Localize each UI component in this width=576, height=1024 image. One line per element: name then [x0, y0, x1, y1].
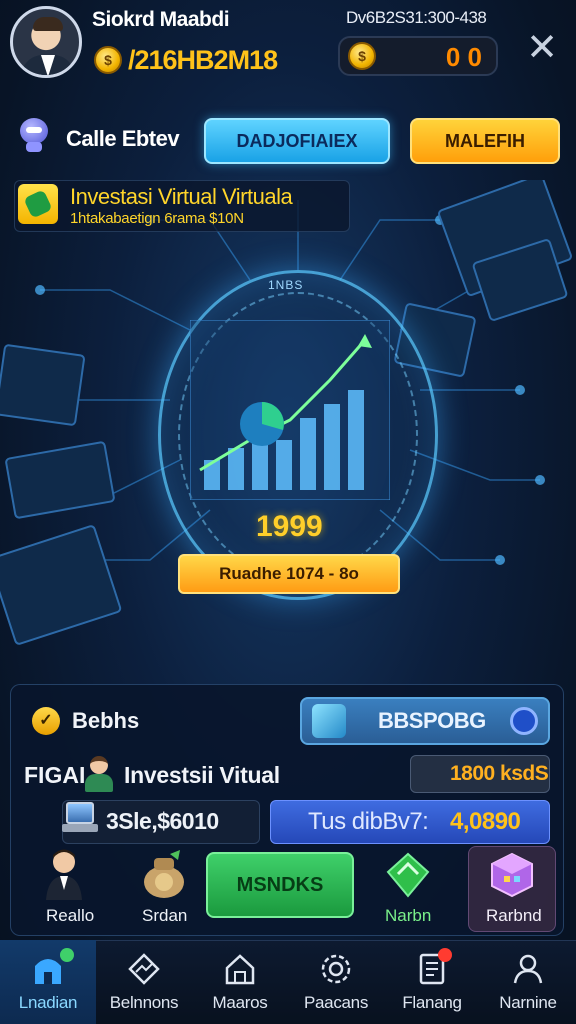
house-icon	[225, 954, 255, 985]
tile-label-1[interactable]: Reallo	[46, 906, 94, 926]
cube-box-icon	[491, 852, 533, 898]
invest-subtitle: 1htakabaetign 6rama $10N	[70, 210, 244, 227]
stat-value: 3Sle,$6010	[106, 808, 219, 834]
nav-label: Maaros	[212, 993, 268, 1012]
tile-label-4[interactable]: Narbn	[385, 906, 431, 926]
player-balance: /216HB2M18	[128, 45, 278, 75]
growth-chart-graphic	[190, 320, 390, 500]
robot-icon	[18, 118, 50, 154]
nav-item-settings[interactable]: Paacans	[288, 940, 384, 1024]
nav-item-house[interactable]: Maaros	[192, 940, 288, 1024]
person-icon	[84, 756, 114, 792]
invest-title: Investasi Virtual Virtuala	[70, 184, 293, 209]
tile-label-5: Rarbnd	[486, 906, 542, 925]
player-avatar[interactable]	[10, 6, 82, 78]
score-value: 1999	[256, 510, 323, 543]
nav-label: Paacans	[303, 993, 369, 1012]
fiat-label: FIGAI	[24, 762, 86, 788]
coin-icon: $	[348, 42, 376, 70]
tile-label-2[interactable]: Srdan	[142, 906, 187, 926]
close-button[interactable]: ✕	[522, 28, 562, 68]
cube-icon	[312, 704, 346, 738]
money-bag-icon[interactable]	[140, 850, 188, 900]
total-value: 4,0890	[450, 808, 521, 835]
diamond-icon[interactable]	[386, 852, 430, 898]
check-icon: ✓	[32, 707, 60, 735]
users-icon	[513, 954, 543, 984]
nav-label: Narnine	[499, 993, 557, 1012]
boost-label: BBSPOBG	[378, 708, 486, 733]
coin-icon: $	[94, 46, 122, 74]
total-label: Tus dibBv7:	[308, 808, 429, 835]
reach-button[interactable]: Ruadhe 1074 - 8o	[178, 554, 400, 594]
coin-counter[interactable]: $ 0 0	[338, 36, 498, 76]
nav-item-users[interactable]: Narnine	[480, 940, 576, 1024]
nav-item-document[interactable]: Flanang	[384, 940, 480, 1024]
gear-icon	[321, 954, 351, 984]
ring-label: 1NBS	[268, 278, 304, 292]
menu-button[interactable]: MSNDKS	[206, 852, 354, 918]
call-label: Calle Ebtev	[66, 126, 180, 151]
businessman-icon[interactable]	[44, 848, 84, 900]
orange-action-button[interactable]: MALEFIH	[410, 118, 560, 164]
nav-item-chart[interactable]: Belnnons	[96, 940, 192, 1024]
price-value: 1800 ksdS	[450, 762, 549, 785]
blue-action-button[interactable]: DADJOFIAIEX	[204, 118, 390, 164]
top-stat-text: Dv6B2S31:300-438	[346, 8, 487, 27]
nav-label: Belnnons	[109, 993, 179, 1012]
nav-item-home[interactable]: Lnadian	[0, 940, 96, 1024]
details-label: Bebhs	[72, 708, 140, 733]
toggle-dot-icon[interactable]	[510, 707, 538, 735]
invest-icon	[18, 184, 58, 224]
nav-label: Flanang	[402, 993, 462, 1012]
player-name: Siokrd Maabdi	[92, 8, 230, 31]
coin-count: 0 0	[445, 42, 482, 72]
nav-label: Lnadian	[18, 993, 78, 1012]
chart-icon	[128, 953, 160, 985]
laptop-icon	[62, 802, 98, 836]
invest-virtual-label: Investsii Vitual	[124, 762, 280, 788]
